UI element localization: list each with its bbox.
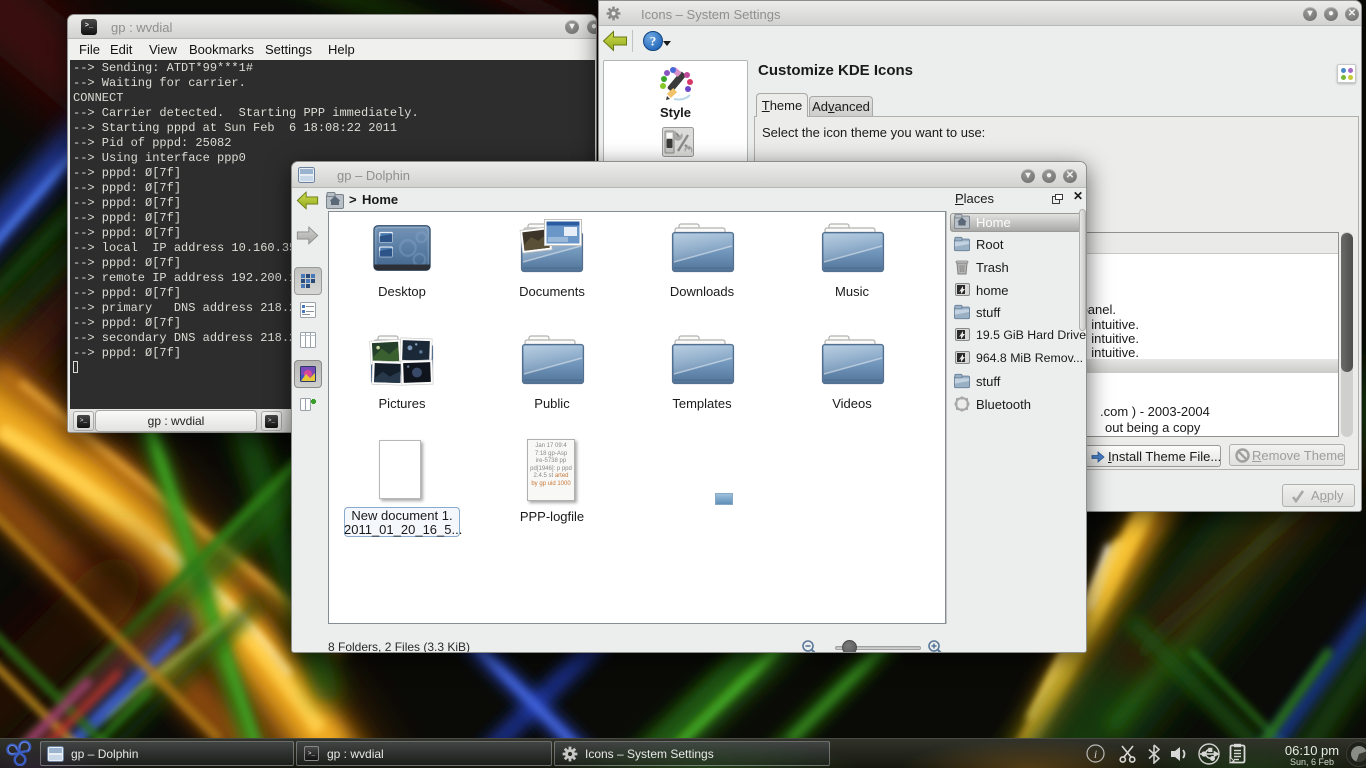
svg-text:?: ? [650,34,657,49]
svg-text:i: i [1094,747,1097,761]
